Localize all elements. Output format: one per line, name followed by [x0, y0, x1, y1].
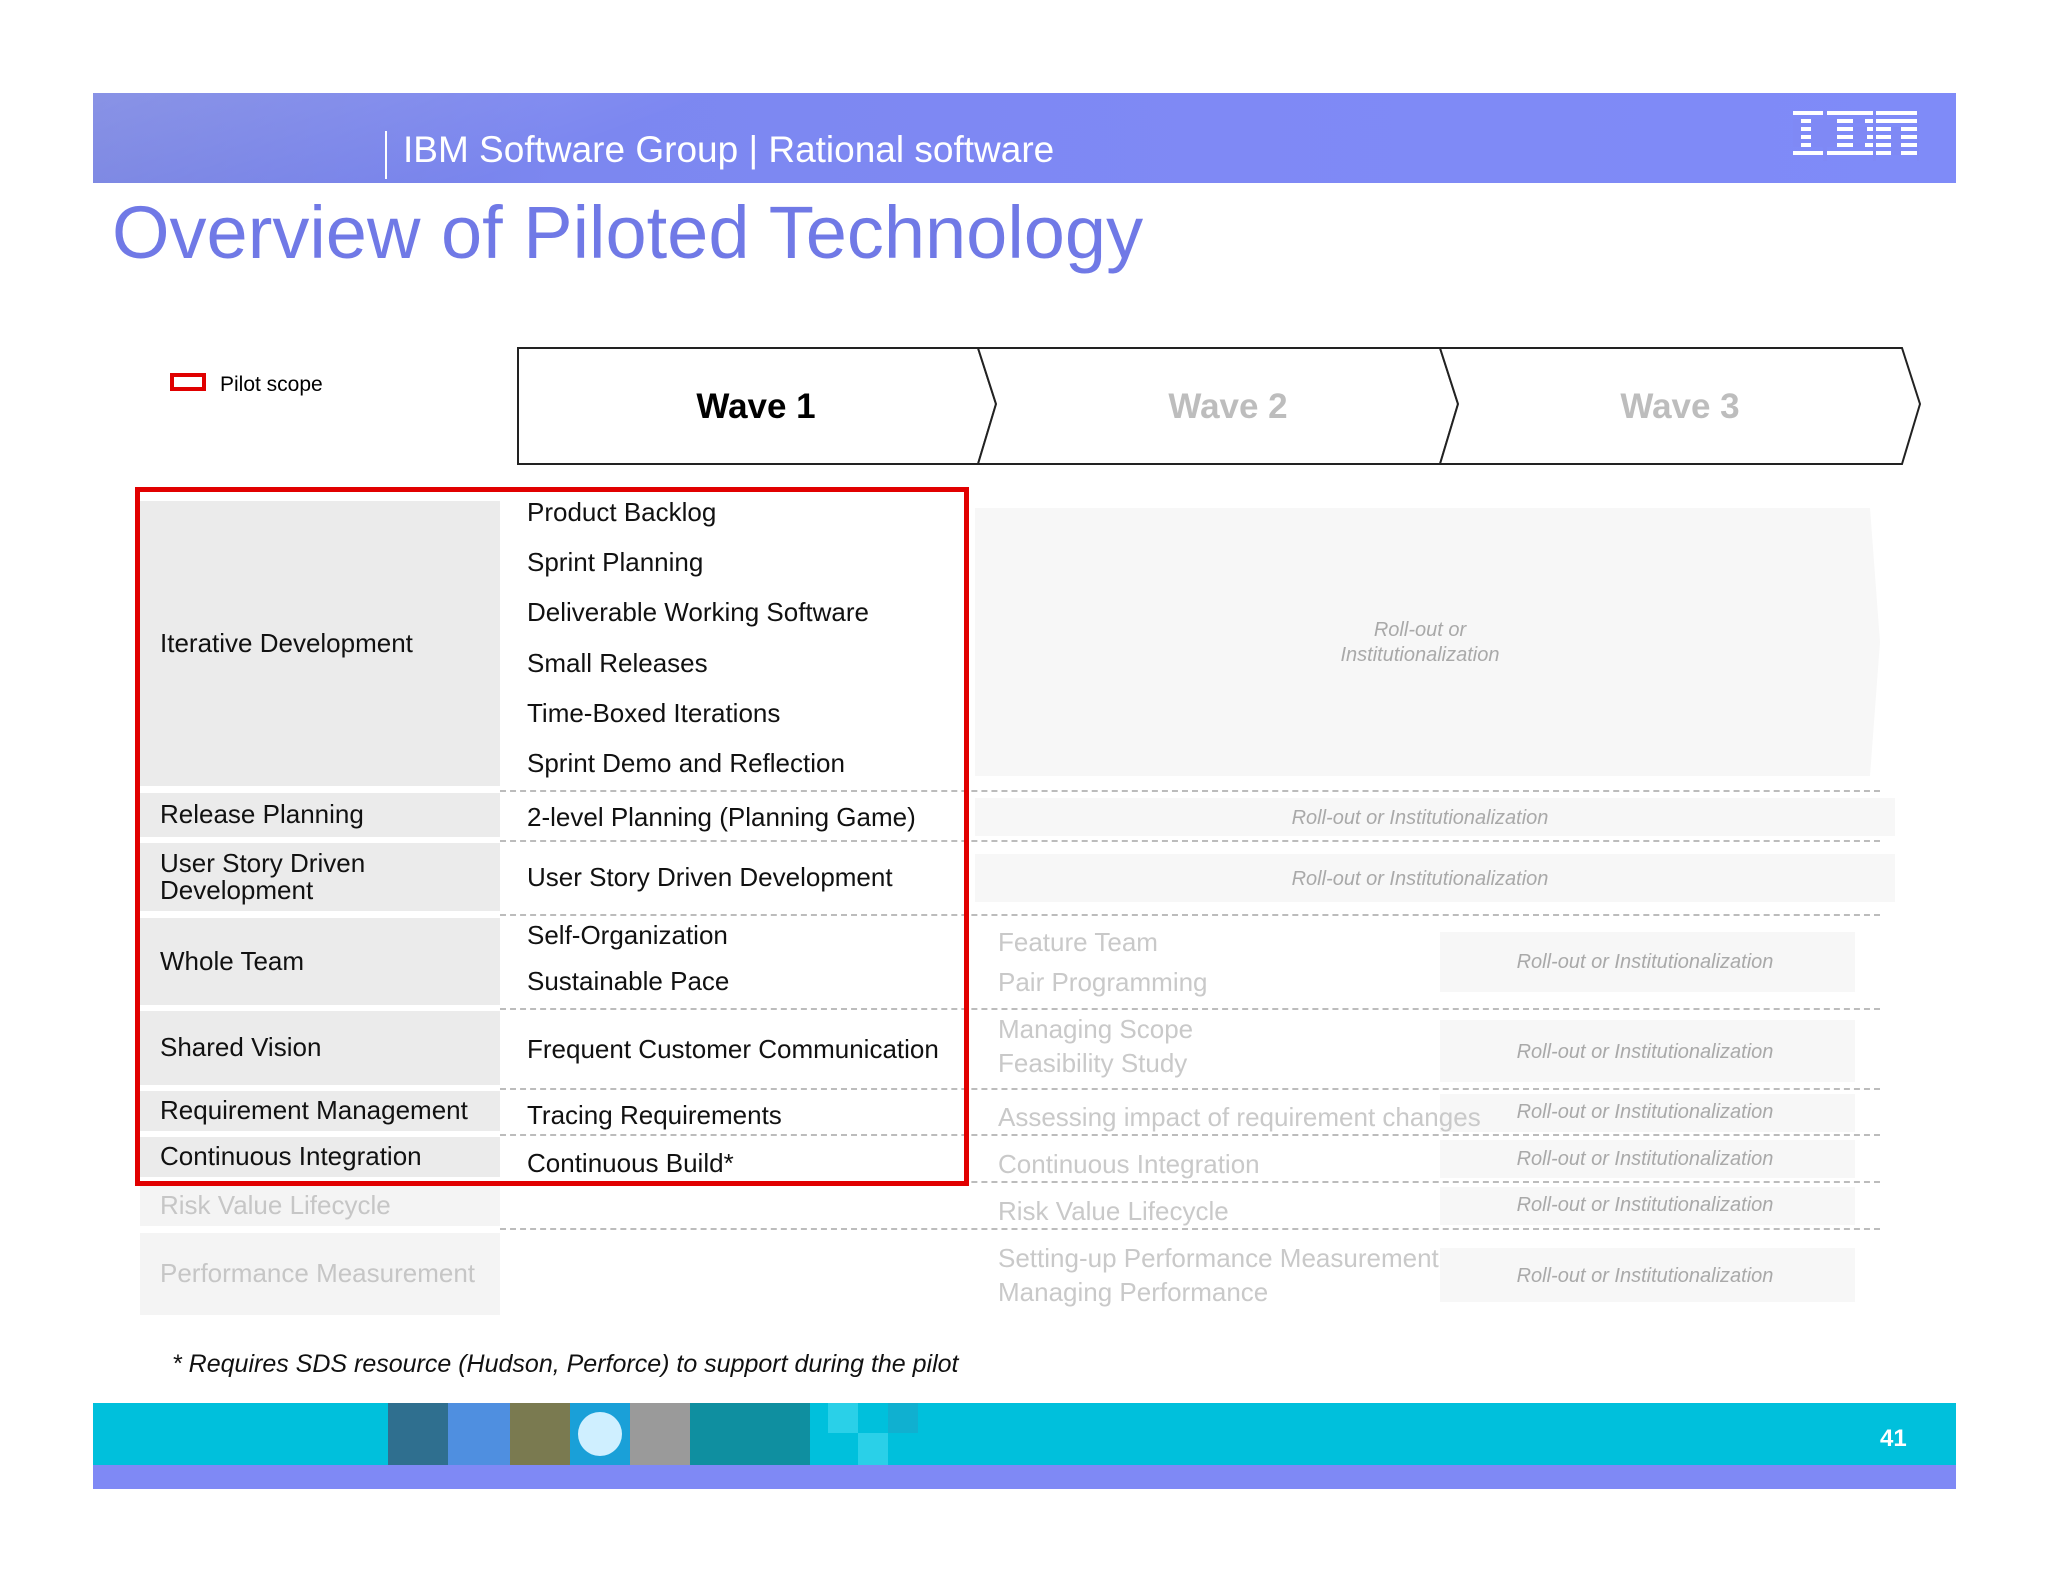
category-performance-measurement: Performance Measurement [140, 1233, 500, 1315]
wave2-item: Feature Team [998, 927, 1158, 957]
rollout-label-performance: Roll-out or Institutionalization [1516, 1265, 1774, 1287]
footer-band [93, 1403, 1956, 1465]
pilot-scope-label: Pilot scope [220, 373, 323, 396]
rollout-label-release-planning: Roll-out or Institutionalization [1291, 807, 1549, 829]
rollout-label-shared-vision: Roll-out or Institutionalization [1516, 1041, 1774, 1063]
wave2-item: Pair Programming [998, 967, 1208, 997]
rollout-label-whole-team: Roll-out or Institutionalization [1516, 951, 1774, 973]
pilot-scope-box [135, 487, 969, 1186]
footer-bar [93, 1465, 1956, 1489]
wave2-item: Risk Value Lifecycle [998, 1196, 1229, 1226]
category-label: Risk Value Lifecycle [160, 1190, 391, 1221]
wave-1-label: Wave 1 [696, 387, 815, 426]
footnote: * Requires SDS resource (Hudson, Perforc… [172, 1350, 959, 1378]
wave-2-label: Wave 2 [1168, 387, 1287, 426]
rollout-label-requirement-management: Roll-out or Institutionalization [1516, 1101, 1774, 1123]
page-number: 41 [1880, 1425, 1907, 1452]
rollout-label-risk-value: Roll-out or Institutionalization [1516, 1194, 1774, 1216]
page-title: Overview of Piloted Technology [112, 191, 1144, 274]
category-label: Performance Measurement [160, 1258, 476, 1289]
wave2-item: Managing Scope [998, 1014, 1194, 1044]
footer-image-strip [388, 1403, 918, 1465]
rollout-label-continuous-integration: Roll-out or Institutionalization [1516, 1148, 1774, 1170]
pilot-scope-swatch [170, 373, 206, 391]
wave2-item: Setting-up Performance Measurement [998, 1243, 1439, 1273]
ibm-logo [1793, 111, 1919, 161]
wave-timeline: Wave 1 Wave 2 Wave 3 [517, 347, 1922, 465]
header-group-text: IBM Software Group | Rational software [403, 129, 1055, 170]
header-separator [385, 131, 387, 179]
wave2-item: Continuous Integration [998, 1149, 1260, 1179]
rollout-label-large: Roll-out or Institutionalization [1340, 619, 1500, 666]
wave2-item: Assessing impact of requirement changes [998, 1102, 1481, 1132]
row-divider [500, 1228, 1880, 1230]
rollout-label-user-story: Roll-out or Institutionalization [1291, 868, 1549, 890]
category-risk-value-lifecycle: Risk Value Lifecycle [140, 1186, 500, 1226]
wave2-item: Feasibility Study [998, 1048, 1188, 1078]
wave2-item: Managing Performance [998, 1277, 1269, 1307]
header-bar: IBM Software Group | Rational software [93, 93, 1956, 183]
wave-3-label: Wave 3 [1620, 387, 1739, 426]
